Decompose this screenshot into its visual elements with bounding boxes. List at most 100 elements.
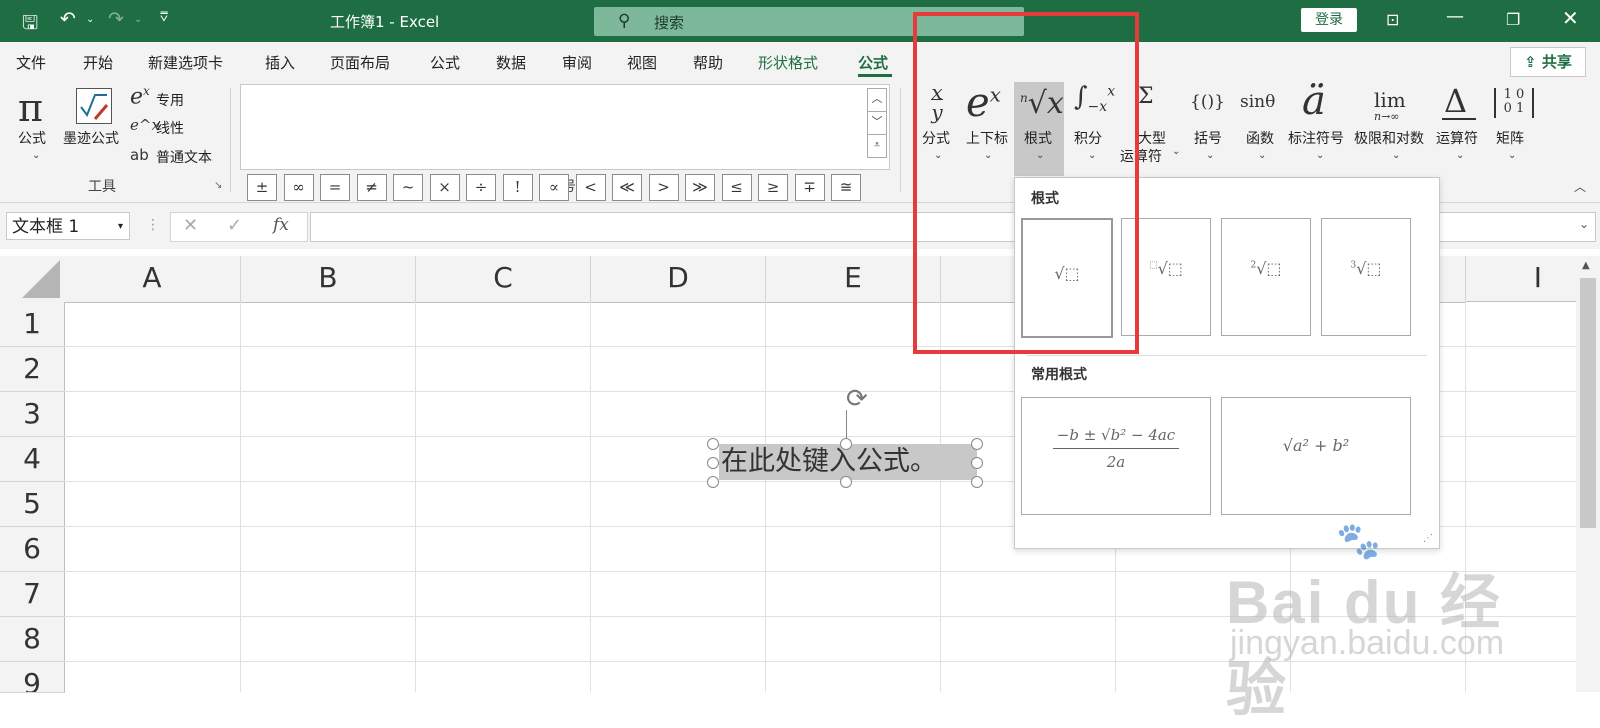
vertical-scrollbar[interactable]: ▲	[1576, 256, 1600, 692]
function-button[interactable]: 函数	[1246, 128, 1274, 148]
large-operator-icon[interactable]: Σ	[1138, 84, 1154, 109]
equation-button[interactable]: 公式	[18, 128, 46, 148]
symbol-button[interactable]: ~	[393, 174, 423, 201]
name-box[interactable]: 文本框 1 ▾	[6, 212, 130, 240]
symbol-button[interactable]: ≠	[356, 174, 387, 201]
column-header-c[interactable]: C	[416, 256, 591, 303]
large-operator-label-1[interactable]: 大型	[1138, 128, 1166, 148]
column-header-d[interactable]: D	[591, 256, 766, 303]
linear-button[interactable]: 线性	[156, 118, 184, 138]
operator-button[interactable]: 运算符	[1436, 128, 1478, 148]
scroll-up-icon[interactable]: ︿	[867, 88, 887, 112]
quadratic-formula-tile[interactable]: −b ± √b² − 4ac 2a	[1021, 397, 1211, 515]
symbol-button[interactable]: >	[648, 174, 679, 201]
customize-icon[interactable]: ⩢	[160, 10, 168, 25]
save-icon[interactable]: 🖫	[22, 9, 38, 41]
resize-handle[interactable]	[971, 476, 983, 488]
chevron-down-icon[interactable]: ⌄	[1316, 150, 1324, 161]
tab-data[interactable]: 数据	[496, 52, 526, 73]
symbol-button[interactable]: ≫	[685, 174, 715, 201]
symbol-button[interactable]: ×	[429, 174, 460, 201]
symbol-button[interactable]: !	[502, 174, 533, 201]
row-header-3[interactable]: 3	[0, 392, 65, 437]
row-header-6[interactable]: 6	[0, 527, 65, 572]
chevron-down-icon[interactable]: ⌄	[1456, 150, 1464, 161]
symbol-button[interactable]: ≤	[721, 174, 752, 201]
matrix-icon[interactable]: 1 00 1	[1494, 88, 1534, 118]
pi-icon[interactable]: π	[18, 86, 58, 130]
close-icon[interactable]: ✕	[1562, 6, 1579, 30]
radical-square-root-degree-tile[interactable]: 2√⬚	[1221, 218, 1311, 336]
row-header-1[interactable]: 1	[0, 302, 65, 347]
bracket-icon[interactable]: {()}	[1190, 92, 1225, 112]
tab-page-layout[interactable]: 页面布局	[330, 52, 390, 73]
symbol-button[interactable]: ±	[247, 174, 277, 201]
chevron-down-icon[interactable]: ⌄	[86, 14, 94, 25]
radical-cube-root-tile[interactable]: 3√⬚	[1321, 218, 1411, 336]
dialog-launcher-icon[interactable]: ↘	[214, 180, 222, 191]
rotate-handle-icon[interactable]: ⟳	[846, 384, 868, 414]
ribbon-display-icon[interactable]: ⊡	[1386, 10, 1399, 29]
redo-icon[interactable]: ↷	[108, 8, 124, 30]
tab-file[interactable]: 文件	[16, 52, 46, 73]
chevron-down-icon[interactable]: ⌄	[32, 150, 40, 161]
resize-handle[interactable]	[707, 438, 719, 450]
chevron-down-icon[interactable]: ⌄	[1206, 150, 1214, 161]
insert-function-icon[interactable]: fx	[273, 215, 289, 235]
symbol-button[interactable]: ≥	[758, 174, 788, 201]
column-header-a[interactable]: A	[64, 256, 241, 303]
undo-icon[interactable]: ↶	[60, 8, 76, 30]
accent-button[interactable]: 标注符号	[1288, 128, 1344, 148]
symbol-button[interactable]: =	[320, 174, 350, 201]
tab-equation[interactable]: 公式	[858, 52, 888, 73]
tab-new[interactable]: 新建选项卡	[148, 52, 223, 73]
plain-text-button[interactable]: 普通文本	[156, 147, 212, 167]
symbol-button[interactable]: ≅	[831, 174, 861, 201]
tab-shape-format[interactable]: 形状格式	[758, 52, 818, 73]
operator-icon[interactable]: Δ	[1444, 82, 1467, 120]
enter-icon[interactable]: ✓	[227, 215, 242, 236]
ink-equation-icon[interactable]	[76, 88, 112, 124]
chevron-down-icon[interactable]: ⌄	[134, 14, 142, 25]
ink-equation-button[interactable]: 墨迹公式	[63, 128, 119, 148]
row-header-8[interactable]: 8	[0, 617, 65, 662]
more-icon[interactable]: ⩡	[867, 134, 887, 158]
minimize-icon[interactable]: —	[1446, 6, 1464, 27]
collapse-ribbon-icon[interactable]: ︿	[1574, 178, 1586, 195]
restore-icon[interactable]: ❐	[1506, 10, 1520, 29]
share-button[interactable]: ⇪ 共享	[1510, 47, 1586, 77]
resize-handle[interactable]	[971, 438, 983, 450]
resize-handle[interactable]	[971, 457, 983, 469]
chevron-down-icon[interactable]: ⌄	[1258, 150, 1266, 161]
resize-handle[interactable]	[840, 438, 852, 450]
pythagorean-tile[interactable]: √a² + b²	[1221, 397, 1411, 515]
column-header-i[interactable]: I	[1466, 256, 1576, 302]
professional-button[interactable]: 专用	[156, 90, 184, 110]
accent-icon[interactable]: ä	[1302, 78, 1326, 124]
resize-handle[interactable]	[840, 476, 852, 488]
scroll-up-icon[interactable]: ▲	[1582, 260, 1590, 271]
symbol-button[interactable]: <	[575, 174, 606, 201]
symbol-button[interactable]: ∞	[283, 174, 314, 201]
scroll-down-icon[interactable]: ﹀	[867, 111, 887, 135]
cancel-icon[interactable]: ✕	[183, 215, 198, 236]
column-header-b[interactable]: B	[241, 256, 416, 303]
resize-handle[interactable]	[707, 476, 719, 488]
select-all-corner[interactable]	[0, 256, 65, 303]
chevron-down-icon[interactable]: ⌄	[1392, 150, 1400, 161]
chevron-down-icon[interactable]: ⌄	[1172, 146, 1180, 157]
limit-log-button[interactable]: 极限和对数	[1354, 128, 1424, 148]
matrix-button[interactable]: 矩阵	[1496, 128, 1524, 148]
tab-formulas[interactable]: 公式	[430, 52, 460, 73]
symbol-button[interactable]: ≪	[612, 174, 642, 201]
row-header-2[interactable]: 2	[0, 347, 65, 392]
symbol-button[interactable]: ∝	[539, 174, 569, 201]
tab-help[interactable]: 帮助	[693, 52, 723, 73]
row-header-7[interactable]: 7	[0, 572, 65, 617]
row-header-9[interactable]: 9	[0, 662, 65, 693]
limit-icon[interactable]: lim	[1374, 88, 1406, 112]
tab-home[interactable]: 开始	[83, 52, 113, 73]
symbol-button[interactable]: ÷	[466, 174, 496, 201]
tab-view[interactable]: 视图	[627, 52, 657, 73]
bracket-button[interactable]: 括号	[1194, 128, 1222, 148]
